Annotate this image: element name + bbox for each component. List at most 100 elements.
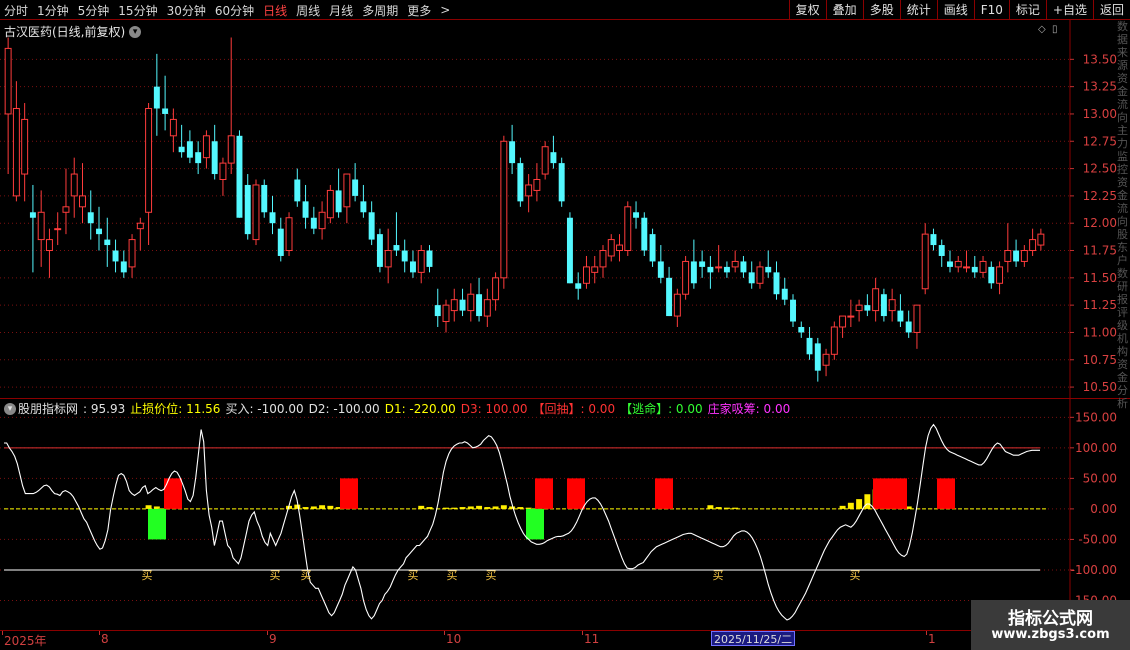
candlestick-chart[interactable]: 13.50 13.25 13.00 12.75 12.50 12.25 12.00 11.75…	[0, 20, 1130, 398]
volume-bar	[715, 507, 722, 509]
indicator-tick-label: 150.00	[1075, 410, 1117, 424]
indicator-value-1: 止损价位: 11.56	[130, 402, 221, 416]
candle-body-up	[525, 184, 533, 197]
period-tab-0[interactable]: 分时	[4, 2, 28, 19]
candle-body-up	[136, 222, 144, 230]
period-tab-8[interactable]: 月线	[329, 2, 353, 19]
candle	[864, 294, 871, 317]
candle	[1013, 239, 1020, 267]
candle-body-up	[533, 179, 541, 191]
candle	[657, 245, 664, 284]
candle	[269, 195, 276, 235]
period-toolbar: 分时 1分钟 5分钟 15分钟 30分钟 60分钟 日线 周线 月线 多周期 更多 > 复权 叠加 多股统…	[0, 0, 1130, 20]
candle-body-down	[459, 299, 466, 311]
candle-body-up	[582, 266, 590, 284]
candle-body-up	[731, 260, 739, 268]
toolbar-button-4[interactable]: 画线	[936, 0, 974, 20]
candle	[277, 217, 284, 262]
candle	[384, 228, 392, 284]
diamond-icon[interactable]: ◇	[1038, 24, 1046, 35]
candle	[888, 288, 896, 322]
indicator-value-6: 【回抽】: 0.00	[532, 402, 616, 416]
candle-body-up	[384, 250, 392, 268]
candle	[62, 168, 70, 235]
price-tick-label: 12.25	[1083, 189, 1117, 203]
candle-body-down	[393, 245, 400, 251]
candle	[979, 255, 987, 278]
candle	[963, 250, 970, 273]
volume-bar	[327, 505, 334, 509]
candle	[136, 217, 144, 251]
period-tab-9[interactable]: 多周期	[362, 2, 398, 19]
candle	[806, 326, 813, 360]
period-tab-7[interactable]: 周线	[296, 2, 320, 19]
candle-body-down	[401, 250, 408, 262]
toolbar-button-7[interactable]: +自选	[1045, 0, 1093, 20]
candle	[352, 163, 359, 202]
candle-body-up	[682, 260, 690, 295]
candle-body-up	[483, 299, 491, 317]
candle-body-down	[633, 212, 640, 218]
volume-bar	[723, 507, 730, 509]
price-tick-label: 11.50	[1083, 271, 1117, 285]
candle-body-up	[839, 315, 847, 328]
window-icon[interactable]: ▯	[1052, 24, 1058, 35]
candle-body-down	[335, 190, 342, 213]
period-tab-6[interactable]: 日线	[263, 2, 287, 19]
toolbar-button-0[interactable]: 复权	[788, 0, 826, 20]
indicator-chart[interactable]: 150.00100.0050.000.00-50.00-100.00-150.0…	[0, 399, 1130, 631]
period-tab-2[interactable]: 5分钟	[78, 2, 110, 19]
volume-bar	[856, 499, 863, 509]
candle-body-down	[186, 141, 193, 158]
candle-body-up	[1029, 239, 1037, 252]
chevron-right-icon[interactable]: >	[440, 3, 450, 17]
period-tab-4[interactable]: 30分钟	[167, 2, 206, 19]
candle	[145, 103, 153, 246]
side-info-strip[interactable]: 数据来源资金流向主力监控资金流向股东户数研报评级机构资金分析	[1116, 20, 1130, 630]
toolbar-button-6[interactable]: 标记	[1008, 0, 1046, 20]
toolbar-button-8[interactable]: 返回	[1092, 0, 1130, 20]
candle-body-down	[368, 212, 375, 240]
buy-signal-label: 买	[850, 569, 861, 582]
candle	[822, 348, 830, 377]
date-tick	[926, 631, 927, 635]
buy-block	[148, 508, 166, 540]
toolbar-button-5[interactable]: F10	[973, 0, 1009, 20]
buy-signal-label: 买	[408, 569, 419, 582]
candle	[814, 337, 821, 382]
volume-bar	[145, 505, 152, 509]
period-tab-3[interactable]: 15分钟	[118, 2, 157, 19]
volume-bar	[500, 505, 507, 509]
chevron-down-icon[interactable]: ▾	[129, 25, 142, 38]
candle	[541, 141, 549, 180]
candle-body-down	[880, 294, 887, 317]
candle	[633, 201, 640, 229]
candle-body-down	[558, 163, 565, 202]
candle-body-up	[492, 277, 500, 301]
candle-body-down	[153, 86, 160, 109]
candle-body-down	[236, 135, 243, 218]
chevron-down-icon[interactable]: ▾	[4, 402, 16, 415]
candle-body-up	[673, 293, 681, 317]
period-tab-5[interactable]: 60分钟	[215, 2, 254, 19]
candle-body-down	[905, 321, 912, 333]
main-chart-panel[interactable]: 13.50 13.25 13.00 12.75 12.50 12.25 12.00 11.75…	[0, 20, 1130, 398]
candle-body-up	[252, 184, 260, 241]
period-tab-1[interactable]: 1分钟	[37, 2, 69, 19]
candle	[302, 184, 309, 229]
period-tab-10[interactable]: 更多	[407, 2, 431, 19]
candle-body-up	[12, 107, 20, 197]
candle-body-down	[302, 201, 309, 218]
candle	[442, 299, 450, 333]
candle-body-up	[872, 288, 880, 312]
indicator-legend: ▾ 股朋指标网 : 95.93 止损价位: 11.56 买入: -100.00 D2:…	[4, 400, 790, 417]
toolbar-button-2[interactable]: 多股	[862, 0, 900, 20]
candle	[847, 299, 855, 327]
candle	[872, 277, 880, 322]
candle	[756, 261, 764, 289]
toolbar-button-3[interactable]: 统计	[899, 0, 937, 20]
candle-body-down	[112, 250, 119, 262]
toolbar-button-1[interactable]: 叠加	[825, 0, 863, 20]
candle-body-down	[781, 288, 788, 300]
indicator-panel[interactable]: 150.00100.0050.000.00-50.00-100.00-150.0…	[0, 398, 1130, 631]
